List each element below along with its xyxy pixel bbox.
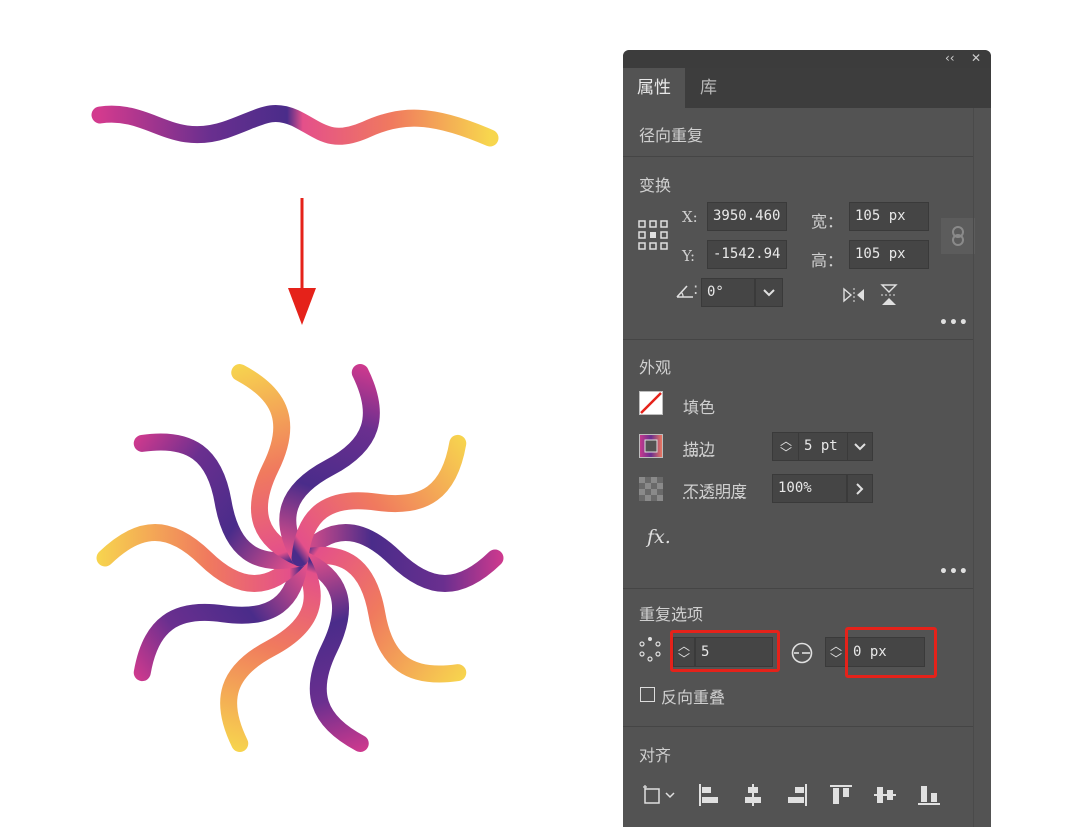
radius-stepper[interactable]: ︿ ﹀ — [825, 637, 847, 667]
reverse-overlap-checkbox[interactable] — [640, 687, 655, 702]
align-left-icon[interactable] — [697, 783, 721, 807]
flip-horizontal-icon[interactable] — [843, 287, 865, 303]
align-to-dropdown-icon[interactable] — [641, 783, 677, 807]
chevron-up-icon: ︿ — [780, 434, 793, 448]
align-bottom-icon[interactable] — [917, 783, 941, 807]
panel-titlebar: ‹‹ ✕ — [623, 50, 991, 68]
fill-label: 填色 — [683, 398, 716, 417]
transform-section-title: 变换 — [639, 176, 672, 195]
radial-instances-icon — [639, 637, 661, 662]
chevron-down-icon — [854, 443, 866, 451]
properties-panel: ‹‹ ✕ 属性 库 径向重复 变换 X: 3950.460 Y: -1542.9… — [623, 50, 991, 827]
radius-highlight-box — [845, 627, 937, 678]
close-icon[interactable]: ✕ — [971, 51, 981, 65]
radial-repeat-artwork — [105, 365, 495, 752]
stroke-weight-dropdown[interactable] — [847, 432, 873, 461]
opacity-expand-button[interactable] — [847, 474, 873, 503]
align-horizontal-center-icon[interactable] — [741, 783, 765, 807]
y-label: Y: — [682, 247, 696, 265]
x-label: X: — [682, 208, 698, 226]
stroke-swatch-icon[interactable] — [639, 434, 663, 458]
stroke-weight-field[interactable]: 5 pt — [798, 432, 848, 461]
align-section-title: 对齐 — [639, 746, 672, 765]
opacity-checker-icon — [639, 477, 663, 501]
stroke-weight-stepper[interactable]: ︿ ﹀ — [772, 432, 799, 461]
appearance-more-options[interactable]: ••• — [939, 564, 969, 580]
instances-highlight-box — [670, 630, 780, 672]
down-arrow-icon — [288, 198, 316, 325]
panel-tabs: 属性 库 — [623, 68, 991, 108]
tab-properties[interactable]: 属性 — [623, 68, 685, 108]
opacity-label[interactable]: 不透明度 — [683, 478, 747, 502]
repeat-options-section-title: 重复选项 — [639, 605, 704, 624]
align-vertical-center-icon[interactable] — [873, 783, 897, 807]
angle-icon — [676, 285, 693, 298]
constrain-proportions-button[interactable] — [941, 218, 975, 254]
width-field[interactable]: 105 px — [849, 202, 929, 231]
tab-libraries[interactable]: 库 — [686, 68, 731, 108]
reference-point-icon[interactable] — [638, 220, 668, 250]
chevron-up-icon: ︿ — [830, 639, 843, 653]
stroke-label[interactable]: 描边 — [683, 436, 715, 460]
selection-type-label: 径向重复 — [639, 126, 704, 145]
transform-more-options[interactable]: ••• — [939, 315, 969, 331]
chevron-down-icon — [763, 289, 775, 297]
chevron-right-icon — [856, 483, 864, 495]
x-field[interactable]: 3950.460 — [707, 202, 787, 231]
align-right-icon[interactable] — [785, 783, 809, 807]
chevron-down-icon: ﹀ — [830, 652, 843, 666]
fill-none-swatch-icon[interactable] — [639, 391, 663, 415]
link-icon — [952, 226, 964, 246]
height-label: 高： — [811, 251, 844, 270]
reverse-overlap-label: 反向重叠 — [661, 688, 726, 707]
rotate-angle-field[interactable]: 0° — [701, 278, 755, 307]
height-field[interactable]: 105 px — [849, 240, 929, 269]
align-top-icon[interactable] — [829, 783, 853, 807]
chevron-down-icon: ﹀ — [780, 446, 793, 460]
angle-dropdown-button[interactable] — [755, 278, 783, 307]
flip-vertical-icon[interactable] — [880, 284, 898, 306]
opacity-field[interactable]: 100% — [772, 474, 847, 503]
artwork-canvas — [91, 105, 600, 827]
effects-fx-button[interactable]: fx. — [647, 526, 671, 548]
appearance-section-title: 外观 — [639, 358, 672, 377]
source-wave-path — [91, 105, 499, 147]
width-label: 宽： — [811, 212, 844, 231]
y-field[interactable]: -1542.94 — [707, 240, 787, 269]
double-chevron-left-icon[interactable]: ‹‹ — [945, 51, 955, 65]
radius-icon — [791, 642, 813, 664]
